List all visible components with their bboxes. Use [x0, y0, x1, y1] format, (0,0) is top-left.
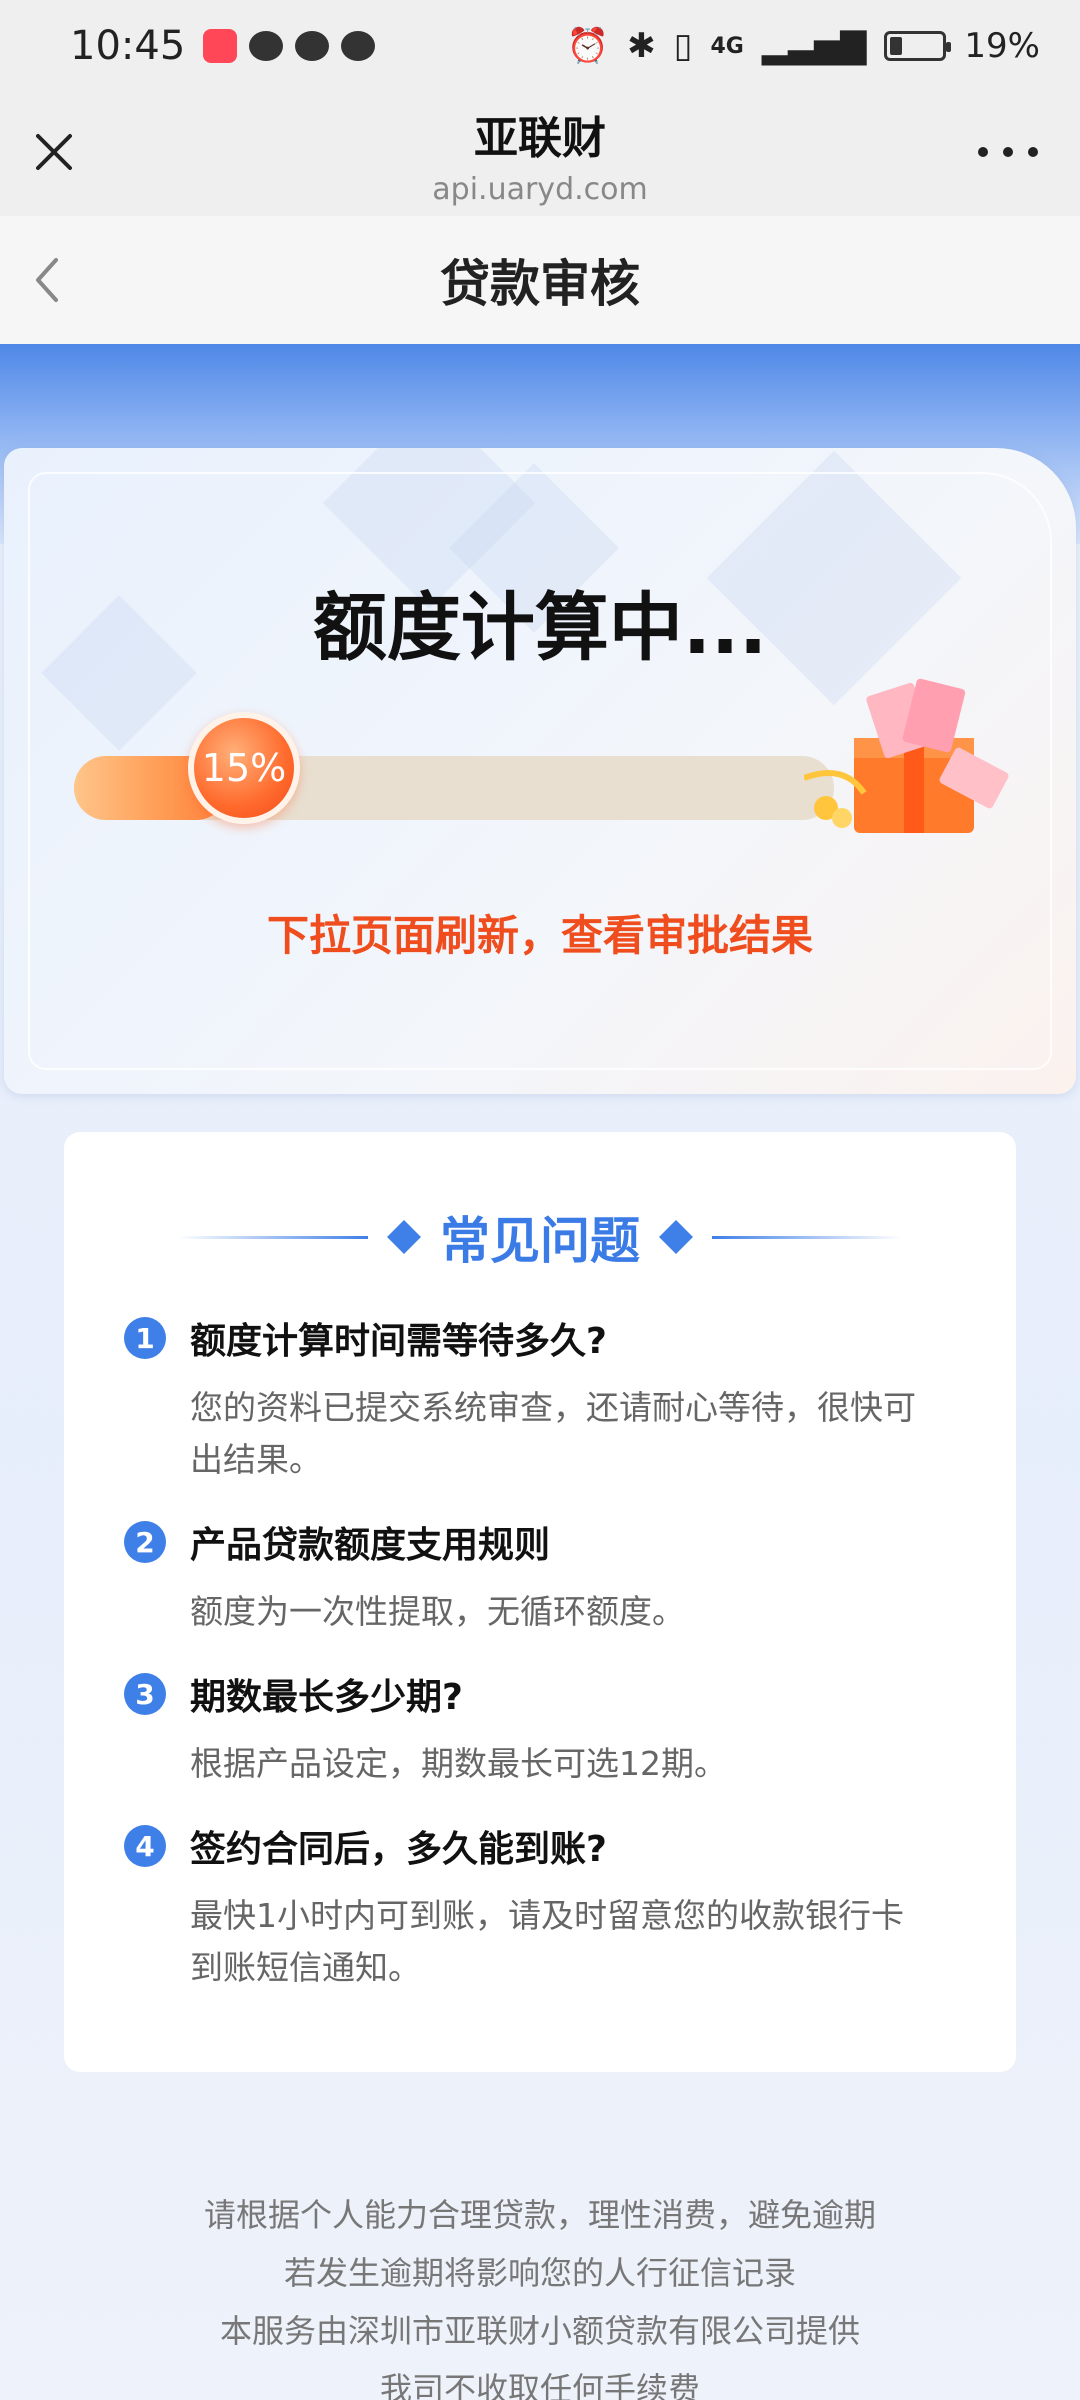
- number-badge: 1: [124, 1317, 166, 1359]
- close-button[interactable]: [30, 128, 78, 176]
- status-bar: 10:45 ⏰ ✱ ▯ 4G ▂▃▅▇ 19%: [0, 0, 1080, 92]
- faq-question-row: 3 期数最长多少期?: [124, 1668, 960, 1720]
- faq-item-1: 1 额度计算时间需等待多久? 您的资料已提交系统审查，还请耐心等待，很快可 出结…: [124, 1312, 960, 1486]
- footer-line: 本服务由深圳市亚联财小额贷款有限公司提供: [219, 2312, 860, 2350]
- progress-percent: 15%: [201, 746, 287, 790]
- number-badge: 2: [124, 1521, 166, 1563]
- site-title: 亚联财: [474, 112, 606, 164]
- wechat-icon: [295, 31, 330, 61]
- number-badge: 4: [124, 1825, 166, 1867]
- browser-title-bar: 亚联财 api.uaryd.com: [0, 92, 1080, 216]
- faq-question: 额度计算时间需等待多久?: [190, 1321, 607, 1362]
- faq-answer: 您的资料已提交系统审查，还请耐心等待，很快可 出结果。: [190, 1382, 960, 1486]
- faq-item-4: 4 签约合同后，多久能到账? 最快1小时内可到账，请及时留意您的收款银行卡 到账…: [124, 1820, 960, 1994]
- faq-item-3: 3 期数最长多少期? 根据产品设定，期数最长可选12期。: [124, 1668, 960, 1790]
- vibrate-icon: ▯: [673, 26, 693, 66]
- faq-answer-line: 根据产品设定，期数最长可选12期。: [190, 1744, 727, 1783]
- faq-answer: 额度为一次性提取，无循环额度。: [190, 1586, 960, 1638]
- divider: [712, 1235, 902, 1239]
- faq-answer: 最快1小时内可到账，请及时留意您的收款银行卡 到账短信通知。: [190, 1890, 960, 1994]
- footer-line: 若发生逾期将影响您的人行征信记录: [283, 2254, 796, 2292]
- faq-answer-line: 最快1小时内可到账，请及时留意您的收款银行卡: [190, 1896, 904, 1935]
- gift-box-icon: [804, 678, 1009, 833]
- signal-bars-icon: ▂▃▅▇: [761, 26, 867, 66]
- more-options-button[interactable]: [978, 132, 1038, 172]
- bluetooth-icon: ✱: [627, 26, 656, 66]
- battery-icon: [884, 31, 952, 61]
- progress-card: 额度计算中... 15% 下拉页面刷新，查看审批结果: [4, 448, 1076, 1094]
- message-icon: [249, 31, 284, 61]
- diamond-icon: [659, 1220, 693, 1254]
- faq-question-row: 2 产品贷款额度支用规则: [124, 1516, 960, 1568]
- faq-item-2: 2 产品贷款额度支用规则 额度为一次性提取，无循环额度。: [124, 1516, 960, 1638]
- close-icon: [36, 134, 72, 170]
- alarm-icon: ⏰: [566, 26, 610, 66]
- faq-header: 常见问题: [64, 1202, 1016, 1272]
- faq-question: 产品贷款额度支用规则: [190, 1525, 551, 1566]
- site-url: api.uaryd.com: [432, 171, 648, 207]
- faq-answer: 根据产品设定，期数最长可选12期。: [190, 1738, 960, 1790]
- calculating-title: 额度计算中...: [312, 585, 768, 671]
- app-notification-icon: [203, 29, 238, 63]
- progress-indicator: 15%: [188, 712, 300, 824]
- diamond-icon: [387, 1220, 421, 1254]
- chevron-left-icon: [36, 258, 58, 302]
- battery-percent: 19%: [964, 26, 1040, 66]
- status-time: 10:45: [70, 23, 186, 69]
- signal-icon: 4G: [710, 33, 744, 59]
- refresh-hint: 下拉页面刷新，查看审批结果: [266, 911, 813, 960]
- faq-answer-line: 出结果。: [190, 1440, 322, 1479]
- faq-answer-line: 到账短信通知。: [190, 1948, 421, 1987]
- faq-question: 签约合同后，多久能到账?: [190, 1829, 607, 1870]
- divider: [178, 1235, 368, 1239]
- footer-disclaimer: 请根据个人能力合理贷款，理性消费，避免逾期 若发生逾期将影响您的人行征信记录 本…: [0, 2186, 1080, 2400]
- faq-title: 常见问题: [440, 1212, 640, 1270]
- notification-icons: [203, 29, 376, 63]
- footer-line: 请根据个人能力合理贷款，理性消费，避免逾期: [203, 2196, 876, 2234]
- more-dot-icon: [978, 147, 988, 157]
- faq-card: 常见问题 1 额度计算时间需等待多久? 您的资料已提交系统审查，还请耐心等待，很…: [64, 1132, 1016, 2072]
- faq-question-row: 4 签约合同后，多久能到账?: [124, 1820, 960, 1872]
- wechat-icon-2: [341, 31, 376, 61]
- faq-answer-line: 您的资料已提交系统审查，还请耐心等待，很快可: [190, 1388, 916, 1427]
- faq-answer-line: 额度为一次性提取，无循环额度。: [190, 1592, 685, 1631]
- number-badge: 3: [124, 1673, 166, 1715]
- system-icons: ⏰ ✱ ▯ 4G ▂▃▅▇ 19%: [567, 26, 1040, 66]
- faq-question: 期数最长多少期?: [190, 1677, 463, 1718]
- faq-question-row: 1 额度计算时间需等待多久?: [124, 1312, 960, 1364]
- page-header: 贷款审核: [0, 216, 1080, 344]
- footer-line: 我司不收取任何手续费: [379, 2370, 700, 2400]
- more-dot-icon: [1028, 147, 1038, 157]
- back-button[interactable]: [20, 250, 80, 310]
- more-dot-icon: [1003, 147, 1013, 157]
- page-title: 贷款审核: [440, 255, 640, 313]
